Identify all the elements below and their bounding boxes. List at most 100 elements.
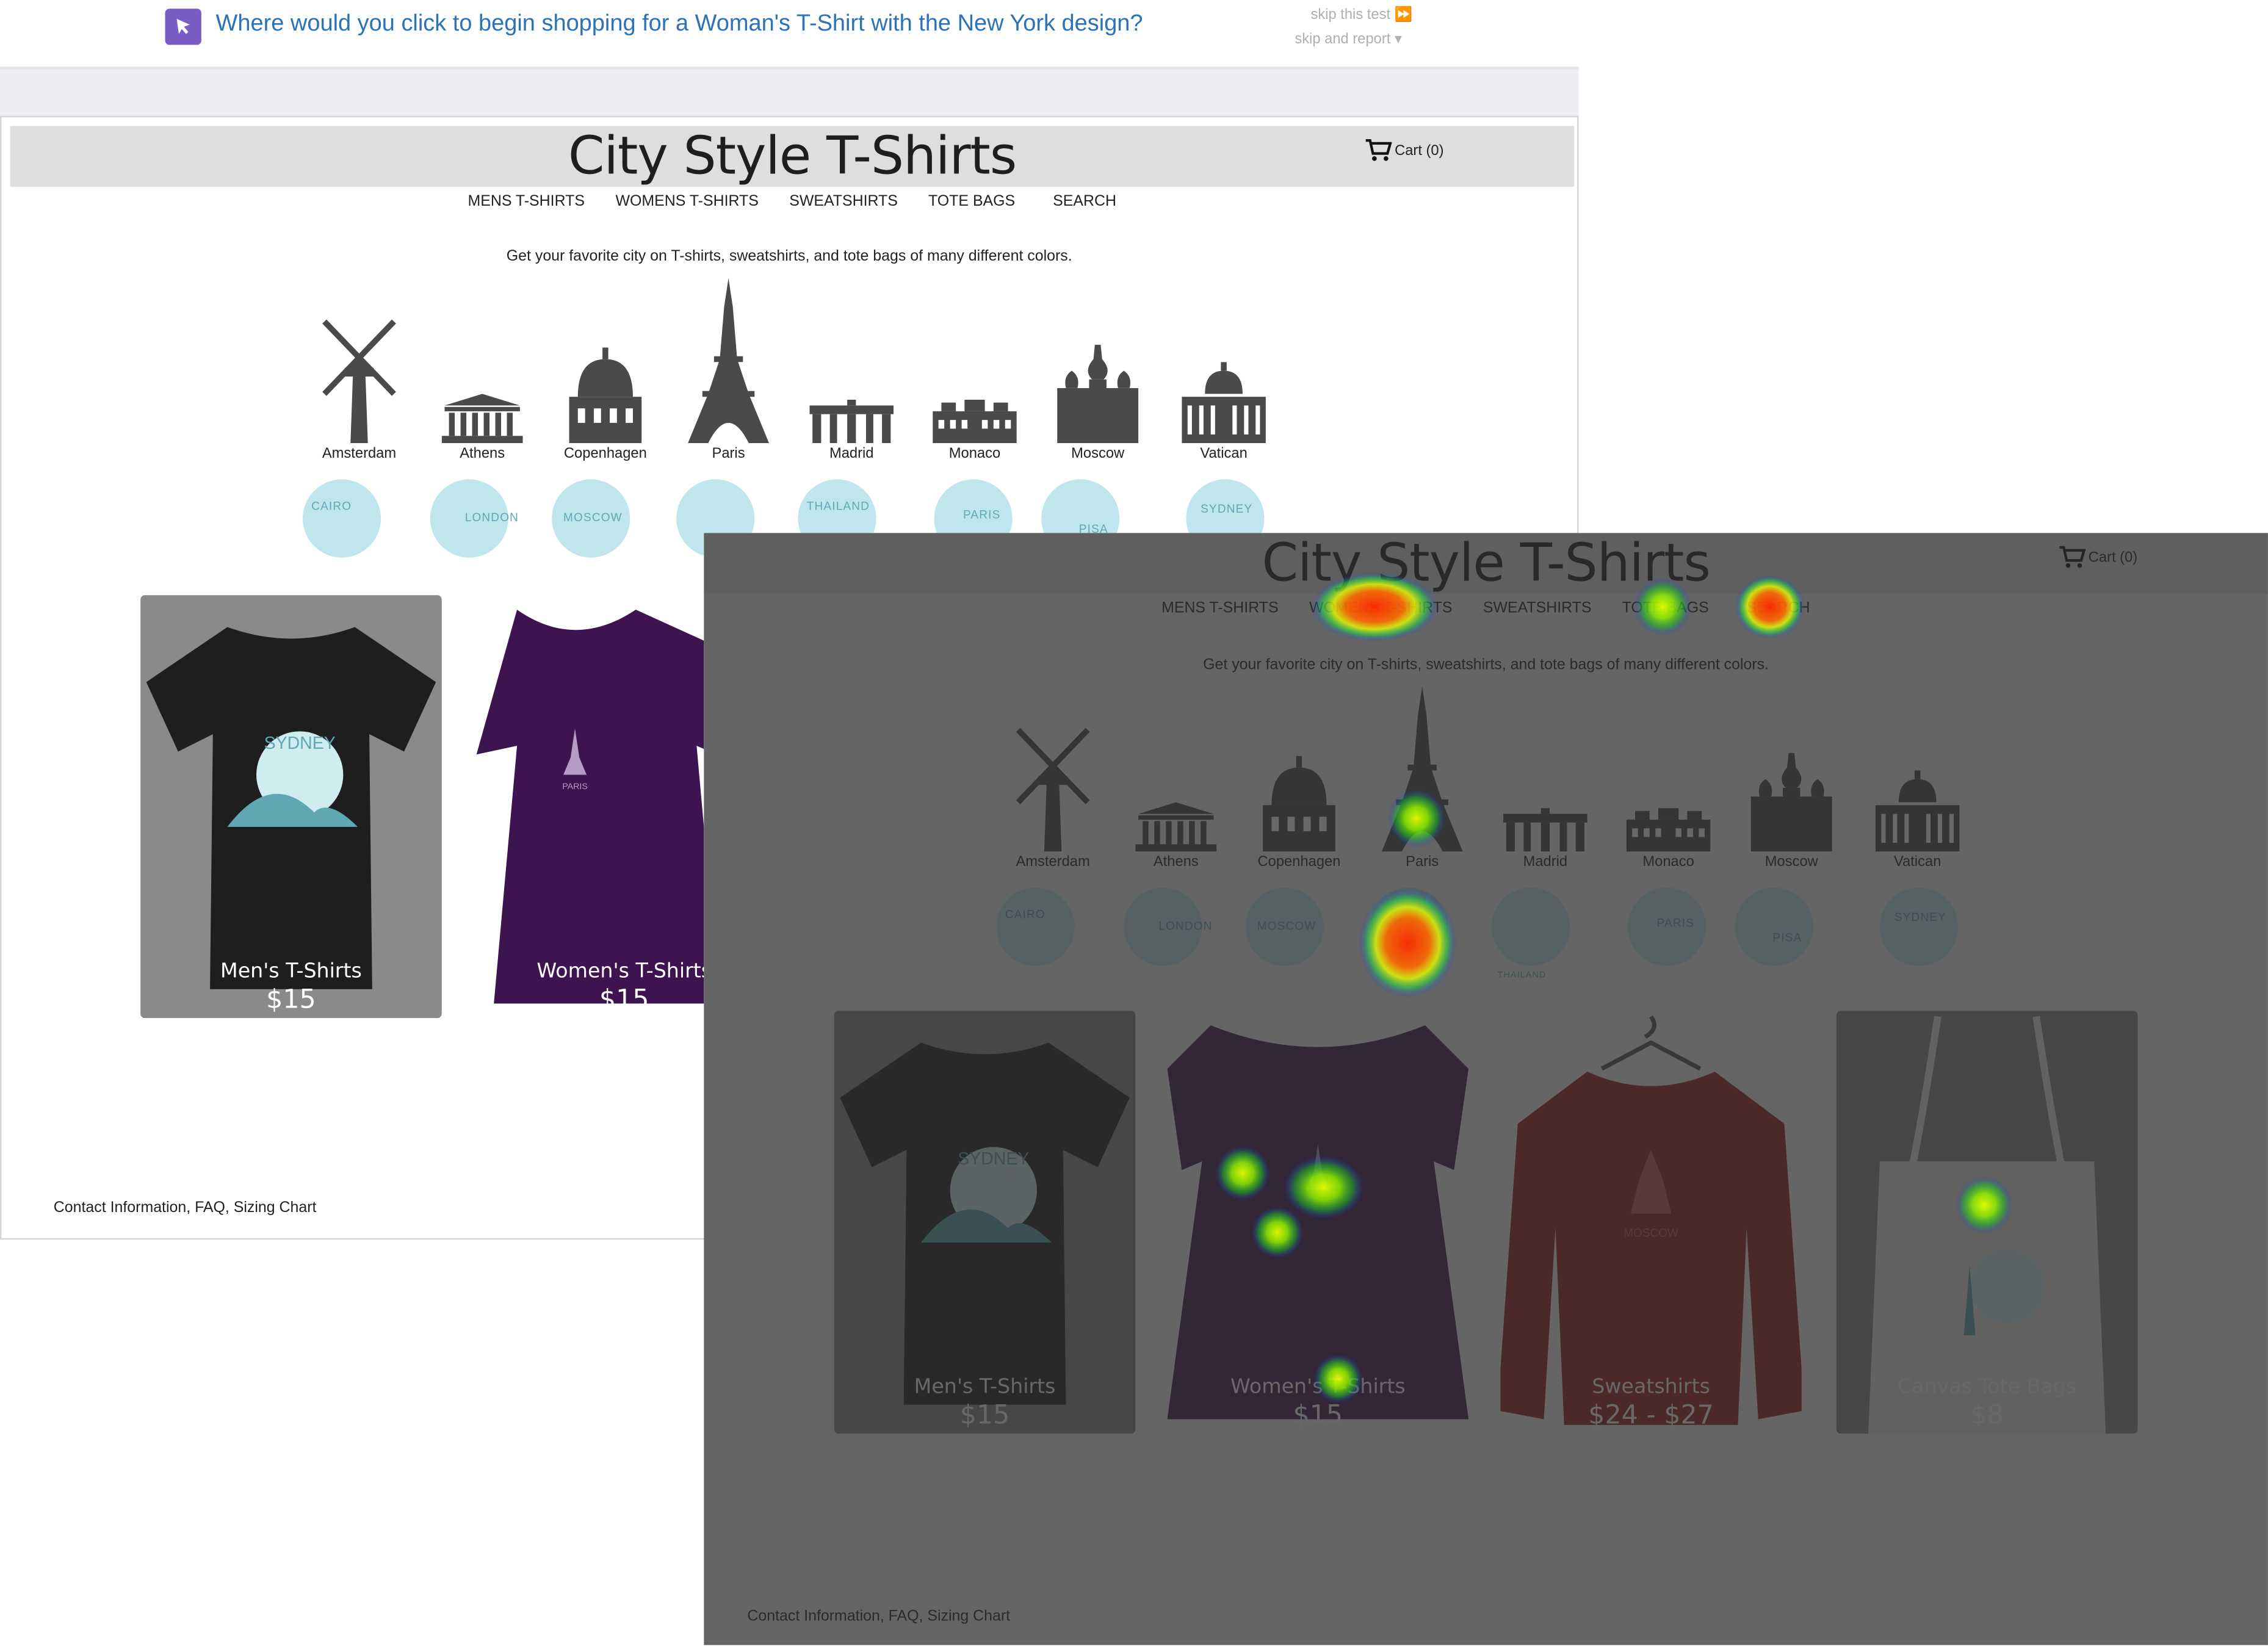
- product-price: $8: [1970, 1400, 2004, 1431]
- badge-circle: [1370, 887, 1448, 966]
- tagline: Get your favorite city on T-shirts, swea…: [1203, 655, 1769, 674]
- gate-icon: [809, 399, 894, 444]
- product-womens-tshirts[interactable]: Women's T-Shirts $15: [1167, 1011, 1469, 1434]
- city-paris[interactable]: Paris: [678, 278, 779, 462]
- product-price: $15: [1293, 1400, 1343, 1431]
- city-label: Athens: [460, 446, 505, 462]
- windmill-icon: [1016, 727, 1090, 852]
- city-moscow[interactable]: Moscow: [1047, 344, 1149, 462]
- product-mens-tshirts[interactable]: SYDNEY Men's T-Shirts $15: [140, 595, 442, 1019]
- badge-circle: [302, 479, 381, 558]
- city-vatican[interactable]: Vatican: [1173, 362, 1274, 462]
- city-label: Paris: [712, 446, 745, 462]
- tshirt-image: SYDNEY: [146, 627, 436, 989]
- city-paris[interactable]: Paris: [1371, 686, 1473, 870]
- badge-label: PARIS: [962, 508, 1001, 522]
- tote-bag-image: [1868, 1016, 2106, 1434]
- skip-report-link[interactable]: skip and report ▾: [1295, 32, 1402, 48]
- badge-sydney[interactable]: SYDNEY: [1880, 887, 1959, 966]
- city-label: Amsterdam: [322, 446, 397, 462]
- dome-icon: [1263, 756, 1335, 852]
- separator-band: [0, 69, 1579, 116]
- eiffel-tower-icon: [688, 278, 770, 444]
- sweatshirt-image: MOSCOW: [1500, 1015, 1802, 1425]
- cart-link[interactable]: Cart (0): [1365, 139, 1444, 162]
- badge-label: SYDNEY: [1201, 502, 1253, 516]
- badge-thailand[interactable]: THAILAND: [1492, 887, 1570, 980]
- city-monaco[interactable]: Monaco: [1618, 808, 1719, 870]
- badge-label: PARIS: [1656, 917, 1695, 930]
- city-madrid[interactable]: Madrid: [801, 399, 902, 462]
- product-sweatshirts[interactable]: MOSCOW Sweatshirts $24 - $27: [1500, 1011, 1802, 1434]
- sydney-print-label: SYDNEY: [958, 1149, 1029, 1169]
- product-womens-tshirts[interactable]: PARIS Women's T-Shirts $15: [474, 595, 706, 1018]
- task-question: Where would you click to begin shopping …: [215, 11, 1143, 37]
- badge-cairo[interactable]: CAIRO: [996, 887, 1075, 966]
- product-name: Canvas Tote Bags: [1898, 1376, 2077, 1399]
- nav-tote-bags[interactable]: TOTE BAGS: [1622, 599, 1709, 616]
- main-nav: MENS T-SHIRTS WOMENS T-SHIRTS SWEATSHIRT…: [704, 599, 2268, 619]
- city-athens[interactable]: Athens: [432, 394, 533, 462]
- nav-sweatshirts[interactable]: SWEATSHIRTS: [1483, 599, 1592, 616]
- badge-label: MOSCOW: [1257, 919, 1316, 933]
- city-amsterdam[interactable]: Amsterdam: [308, 310, 410, 462]
- nav-mens-tshirts[interactable]: MENS T-SHIRTS: [1161, 599, 1279, 616]
- site-title: City Style T-Shirts: [1262, 534, 1711, 594]
- footer-links[interactable]: Contact Information, FAQ, Sizing Chart: [747, 1608, 1010, 1625]
- city-label: Amsterdam: [1016, 854, 1090, 871]
- tagline: Get your favorite city on T-shirts, swea…: [506, 247, 1072, 265]
- product-price: $15: [959, 1400, 1010, 1431]
- city-athens[interactable]: Athens: [1125, 802, 1227, 870]
- skip-test-link[interactable]: skip this test ⏩: [1310, 7, 1412, 23]
- nav-womens-tshirts[interactable]: WOMENS T-SHIRTS: [1309, 599, 1452, 616]
- nav-search[interactable]: SEARCH: [1747, 599, 1810, 616]
- badge-label: LONDON: [464, 511, 519, 524]
- fast-forward-icon: ⏩: [1394, 7, 1413, 23]
- product-price: $24 - $27: [1588, 1400, 1714, 1431]
- site-page-heatmap: City Style T-Shirts Cart (0) MENS T-SHIR…: [704, 533, 2268, 1645]
- nav-womens-tshirts[interactable]: WOMENS T-SHIRTS: [615, 193, 758, 210]
- city-amsterdam[interactable]: Amsterdam: [1002, 718, 1103, 870]
- nav-mens-tshirts[interactable]: MENS T-SHIRTS: [468, 193, 585, 210]
- badge-london[interactable]: LONDON: [430, 479, 518, 558]
- nav-sweatshirts[interactable]: SWEATSHIRTS: [789, 193, 898, 210]
- badge-paris[interactable]: PARIS: [1628, 887, 1706, 966]
- nav-tote-bags[interactable]: TOTE BAGS: [928, 193, 1015, 210]
- moscow-print-label: MOSCOW: [1623, 1227, 1678, 1239]
- main-nav: MENS T-SHIRTS WOMENS T-SHIRTS SWEATSHIRT…: [1, 193, 1577, 213]
- palace-icon: [933, 399, 1017, 444]
- city-label: Copenhagen: [1257, 854, 1341, 871]
- badge-row: CAIRO LONDON MOSCOW THAILAND PARIS PISA …: [996, 887, 1967, 989]
- badge-moscow[interactable]: MOSCOW: [552, 479, 630, 558]
- badge-cairo[interactable]: CAIRO: [302, 479, 381, 558]
- city-copenhagen[interactable]: Copenhagen: [1248, 756, 1349, 870]
- product-tote-bags[interactable]: Canvas Tote Bags $8: [1836, 1011, 2138, 1434]
- badge-moscow[interactable]: MOSCOW: [1245, 887, 1324, 966]
- screenshot-stage: Where would you click to begin shopping …: [0, 0, 2268, 1648]
- city-moscow[interactable]: Moscow: [1741, 752, 1842, 871]
- dome-icon: [569, 347, 642, 444]
- badge-pisa[interactable]: PISA: [1735, 887, 1813, 966]
- product-name: Sweatshirts: [1592, 1376, 1710, 1399]
- city-label: Copenhagen: [563, 446, 647, 462]
- cart-link[interactable]: Cart (0): [2059, 546, 2137, 569]
- badge-london[interactable]: LONDON: [1124, 887, 1212, 966]
- city-monaco[interactable]: Monaco: [924, 399, 1025, 462]
- city-label: Madrid: [829, 446, 874, 462]
- city-copenhagen[interactable]: Copenhagen: [555, 347, 656, 462]
- city-label: Moscow: [1764, 854, 1818, 871]
- badge-label: CAIRO: [1005, 907, 1046, 922]
- badge-label: SYDNEY: [1894, 911, 1946, 924]
- basilica-icon: [1875, 770, 1960, 852]
- gate-icon: [1503, 808, 1587, 852]
- parthenon-icon: [1135, 802, 1217, 852]
- city-madrid[interactable]: Madrid: [1495, 808, 1596, 870]
- nav-search[interactable]: SEARCH: [1053, 193, 1116, 210]
- city-vatican[interactable]: Vatican: [1867, 770, 1968, 870]
- cart-icon: [1365, 139, 1392, 161]
- product-price: $15: [599, 984, 649, 1016]
- badge-circle: [1735, 887, 1813, 966]
- product-mens-tshirts[interactable]: SYDNEY Men's T-Shirts $15: [834, 1011, 1136, 1434]
- badge-new-york[interactable]: [1370, 887, 1448, 966]
- footer-links[interactable]: Contact Information, FAQ, Sizing Chart: [54, 1199, 317, 1216]
